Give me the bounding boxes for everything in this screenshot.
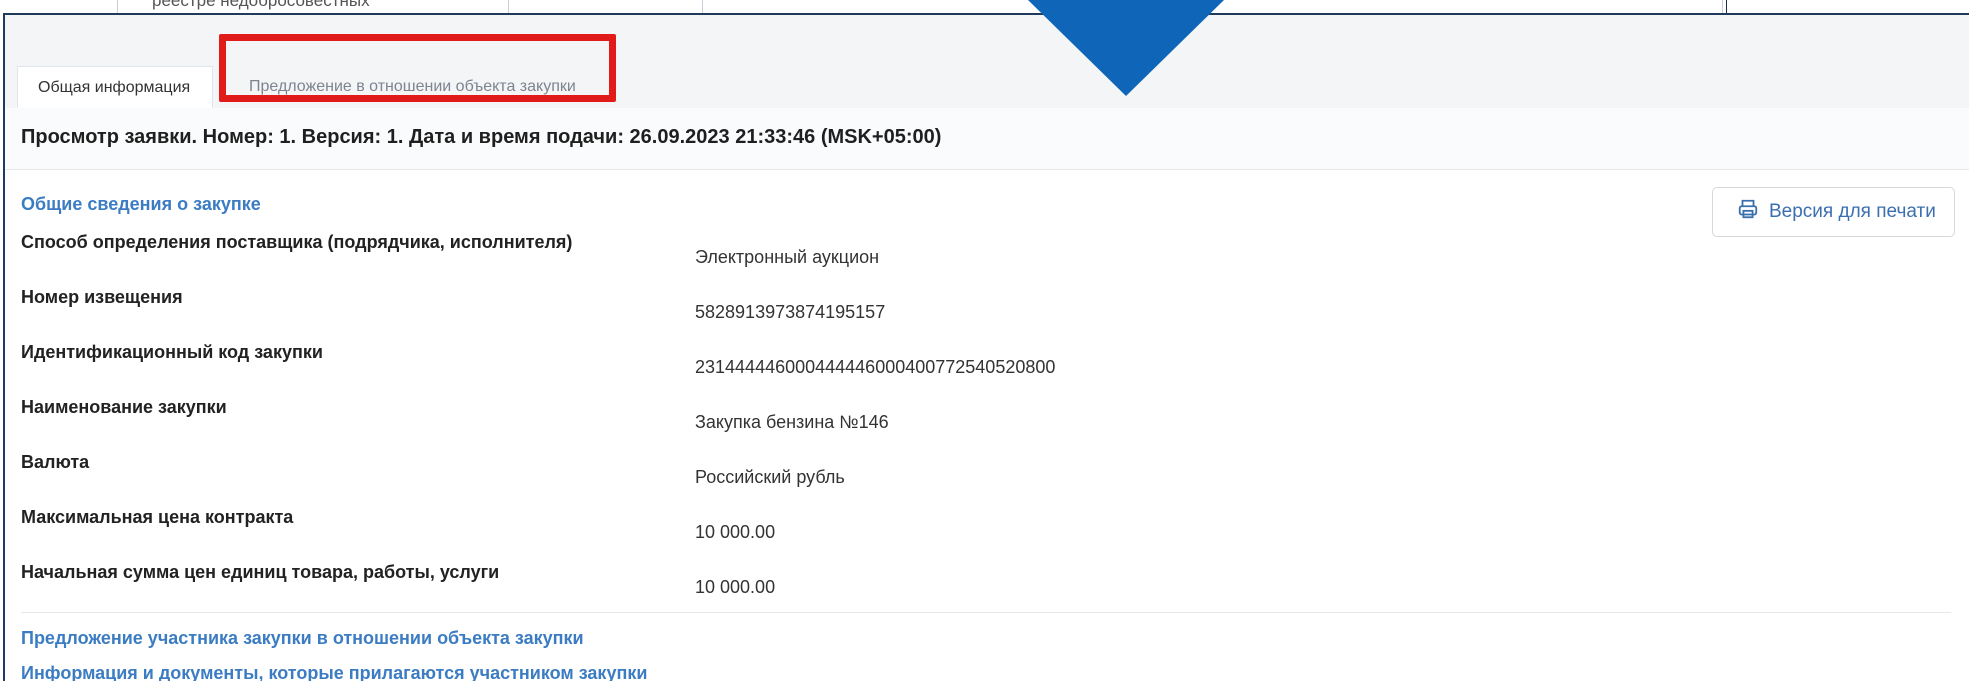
highlight-annotation <box>219 34 616 102</box>
row-label: Наименование закупки <box>21 397 227 417</box>
row-label: Идентификационный код закупки <box>21 342 323 362</box>
row-label: Номер извещения <box>21 287 183 307</box>
row-label: Максимальная цена контракта <box>21 507 294 527</box>
application-panel: Общая информация Предложение в отношении… <box>3 13 1969 681</box>
background-divider <box>702 0 703 14</box>
background-window: реестре недобросовестных <box>0 0 1973 14</box>
printer-icon <box>1737 198 1759 226</box>
row-label: Способ определения поставщика (подрядчик… <box>21 232 573 252</box>
print-button-label: Версия для печати <box>1769 201 1936 222</box>
row-value: Электронный аукцион <box>695 247 880 267</box>
background-divider <box>117 0 118 14</box>
section-general-info[interactable]: Общие сведения о закупке <box>21 194 261 215</box>
row-value: 10 000.00 <box>695 522 776 542</box>
down-arrow-annotation <box>1028 0 1224 96</box>
row-label: Валюта <box>21 452 90 472</box>
row-value: Российский рубль <box>695 467 845 487</box>
row-value: Закупка бензина №146 <box>695 412 889 432</box>
background-divider <box>1726 0 1727 14</box>
row-label: Начальная сумма цен единиц товара, работ… <box>21 562 500 582</box>
section-participant-offer[interactable]: Предложение участника закупки в отношени… <box>21 628 584 649</box>
row-value: 5828913973874195157 <box>695 302 886 322</box>
title-row: Просмотр заявки. Номер: 1. Версия: 1. Да… <box>5 108 1969 170</box>
background-divider <box>1722 0 1723 14</box>
background-partial-text: реестре недобросовестных <box>152 0 370 10</box>
row-value: 10 000.00 <box>695 577 776 597</box>
section-divider <box>21 612 1951 613</box>
print-version-button[interactable]: Версия для печати <box>1712 187 1955 237</box>
background-divider <box>508 0 509 14</box>
tab-general-info[interactable]: Общая информация <box>17 66 213 108</box>
page-title: Просмотр заявки. Номер: 1. Версия: 1. Да… <box>21 126 942 148</box>
section-participant-documents[interactable]: Информация и документы, которые прилагаю… <box>21 663 647 681</box>
row-value: 231444446000444446000400772540520800 <box>695 357 1056 377</box>
